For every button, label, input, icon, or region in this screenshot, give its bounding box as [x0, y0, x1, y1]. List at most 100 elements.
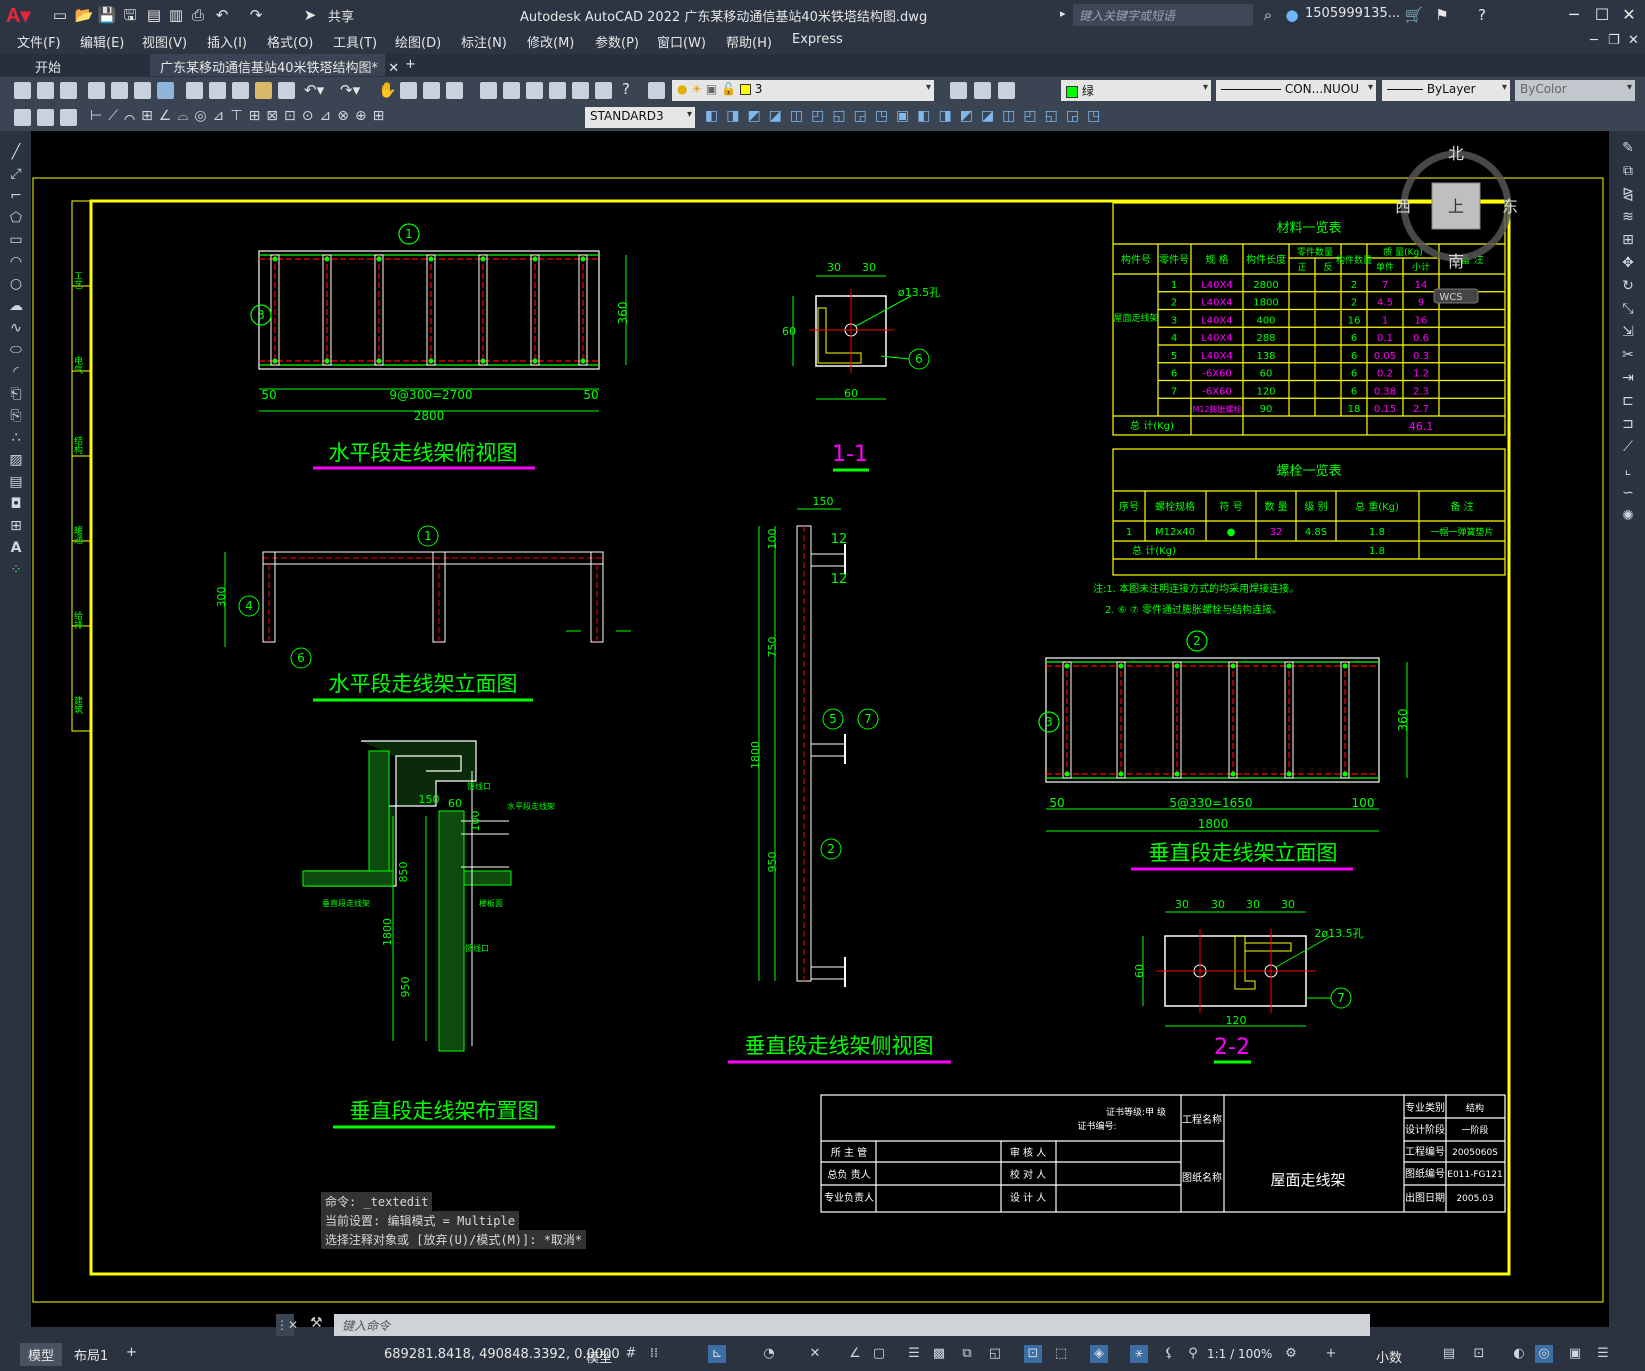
modify-tools-icon[interactable]: ◧◨◩◪◫◰◱◲◳▣◧◨◩◪◫◰◱◲◳ — [705, 108, 1108, 124]
stretch-icon[interactable]: ⇲ — [1619, 323, 1637, 341]
circle-icon[interactable]: ○ — [7, 275, 25, 293]
region-icon[interactable]: ◘ — [7, 495, 25, 513]
user-name[interactable]: 1505999135... — [1305, 6, 1400, 21]
clean-screen-icon[interactable]: ▣ — [1566, 1345, 1584, 1363]
model-space-toggle[interactable]: 模型 — [586, 1347, 612, 1366]
autocad-logo-icon[interactable]: A▾ — [6, 3, 30, 27]
redo-icon[interactable]: ↷ — [246, 5, 266, 25]
lock-ui-icon[interactable]: ⊡ — [1470, 1345, 1488, 1363]
trim-icon[interactable]: ✂ — [1619, 346, 1637, 364]
auto-scale-icon[interactable]: ⚸ — [1160, 1345, 1178, 1363]
annotation-monitor-icon[interactable]: ⧉ — [958, 1345, 976, 1363]
mirror-icon[interactable]: ⧎ — [1619, 185, 1637, 203]
scale-dropdown[interactable]: 1:1 / 100% — [1207, 1347, 1272, 1361]
construction-line-icon[interactable]: ⤢ — [7, 165, 25, 183]
plotstyle-dropdown[interactable]: ByColor ▾ — [1515, 80, 1635, 101]
doc-restore-button[interactable]: ❐ — [1608, 33, 1620, 48]
aligned-dim-icon[interactable] — [60, 109, 77, 126]
properties-icon[interactable] — [480, 82, 497, 99]
units-dropdown[interactable]: 小数 — [1376, 1347, 1402, 1366]
menu-file[interactable]: 文件(F) — [17, 32, 61, 51]
rotate-icon[interactable]: ↻ — [1619, 277, 1637, 295]
doc-minimize-button[interactable]: ─ — [1590, 33, 1598, 48]
viewcube[interactable]: 北 南 东 西 上 WCS — [1395, 144, 1518, 304]
new-icon[interactable] — [14, 82, 31, 99]
cart-icon[interactable]: 🛒 — [1404, 5, 1424, 25]
zoom-previous-icon[interactable] — [446, 82, 463, 99]
linear-dim-icon[interactable] — [37, 109, 54, 126]
polyline-icon[interactable]: ⌐ — [7, 187, 25, 205]
sheet-set-icon[interactable] — [549, 82, 566, 99]
extend-icon[interactable]: ⇥ — [1619, 369, 1637, 387]
dyn-ucs-icon[interactable]: ∠ — [846, 1345, 864, 1363]
customize-icon[interactable]: ⚒ — [310, 1315, 328, 1335]
redo-icon[interactable]: ↷▾ — [340, 81, 360, 99]
drawing-canvas[interactable]: 工艺 电气 结构 暖通 给排 建筑 1 3 50 9@300=2700 50 2… — [31, 131, 1609, 1327]
viewcube-north[interactable]: 北 — [1448, 144, 1464, 163]
undo-icon[interactable]: ↶▾ — [304, 81, 324, 99]
open-file-icon[interactable]: 📂 — [74, 5, 94, 25]
dimension-tools-icon[interactable]: ⊢⟋⌒⊞∠⌓◎⊿⊤⊞⊠⊡⊙⊿⊗⊕⊞ — [90, 108, 390, 124]
menu-draw[interactable]: 绘图(D) — [395, 32, 441, 51]
save-icon[interactable]: 💾 — [97, 5, 117, 25]
dimstyle-dropdown[interactable]: STANDARD3 ▾ — [585, 107, 695, 128]
layer-dropdown[interactable]: ● ☀ ▣ 🔓 3 ▾ — [672, 80, 934, 101]
new-tab-button[interactable]: + — [395, 54, 426, 76]
doc-close-button[interactable]: ✕ — [1628, 33, 1639, 48]
copy-icon[interactable] — [209, 82, 226, 99]
gradient-icon[interactable]: ▤ — [7, 473, 25, 491]
move-icon[interactable]: ✥ — [1619, 254, 1637, 272]
selection-cycling-icon[interactable]: ▢ — [870, 1345, 888, 1363]
line-icon[interactable]: ╱ — [7, 143, 25, 161]
help-icon[interactable]: ? — [1472, 5, 1492, 25]
tab-start[interactable]: 开始 — [25, 54, 71, 76]
dynamic-input-icon[interactable]: ⊡ — [1024, 1345, 1042, 1363]
quick-dim-icon[interactable] — [14, 109, 31, 126]
tab-layout1[interactable]: 布局1 — [66, 1343, 116, 1366]
hardware-accel-icon[interactable]: ◎ — [1535, 1345, 1553, 1363]
isodraft-icon[interactable]: ◈ — [1090, 1345, 1108, 1363]
menu-express[interactable]: Express — [792, 32, 843, 47]
hatch-icon[interactable]: ▨ — [7, 451, 25, 469]
menu-parametric[interactable]: 参数(P) — [595, 32, 639, 51]
block-editor-icon[interactable] — [278, 82, 295, 99]
ortho-icon[interactable]: ⊾ — [708, 1345, 726, 1363]
menu-format[interactable]: 格式(O) — [267, 32, 313, 51]
menu-window[interactable]: 窗口(W) — [657, 32, 706, 51]
tab-model[interactable]: 模型 — [20, 1343, 63, 1366]
paste-icon[interactable] — [232, 82, 249, 99]
polygon-icon[interactable]: ⬠ — [7, 209, 25, 227]
menu-view[interactable]: 视图(V) — [142, 32, 187, 51]
color-dropdown[interactable]: 绿 ▾ — [1061, 80, 1211, 101]
point-icon[interactable]: ∴ — [7, 429, 25, 447]
design-center-icon[interactable] — [503, 82, 520, 99]
print-preview-icon[interactable] — [111, 82, 128, 99]
calculator-icon[interactable] — [595, 82, 612, 99]
transparency-icon[interactable]: ▩ — [930, 1345, 948, 1363]
cut-icon[interactable] — [186, 82, 203, 99]
erase-icon[interactable]: ✎ — [1619, 139, 1637, 157]
chamfer-icon[interactable]: ⟋ — [1619, 438, 1637, 456]
minimize-button[interactable]: ─ — [1560, 3, 1588, 27]
grid-icon[interactable]: # — [622, 1345, 640, 1363]
menu-tools[interactable]: 工具(T) — [333, 32, 377, 51]
user-icon[interactable]: ● — [1282, 5, 1302, 25]
ellipse-arc-icon[interactable]: ◜ — [7, 363, 25, 381]
new-file-icon[interactable]: ▭ — [50, 5, 70, 25]
polar-icon[interactable]: ◔ — [760, 1345, 778, 1363]
explode-icon[interactable]: ✺ — [1619, 507, 1637, 525]
snap-icon[interactable]: ⁞⁞ — [645, 1345, 663, 1363]
plot-icon[interactable]: ⎙ — [188, 5, 208, 25]
customization-icon[interactable]: ☰ — [1594, 1345, 1612, 1363]
spline-icon[interactable]: ∿ — [7, 319, 25, 337]
3d-osnap-icon[interactable]: ◱ — [986, 1345, 1004, 1363]
pan-icon[interactable]: ✋ — [378, 81, 397, 99]
search-input[interactable]: 键入关键字或短语 — [1073, 4, 1253, 26]
table-icon[interactable]: ⊞ — [7, 517, 25, 535]
zoom-realtime-icon[interactable] — [400, 82, 417, 99]
make-current-icon[interactable] — [950, 82, 967, 99]
share-icon[interactable]: ➤ — [300, 5, 320, 25]
command-grip-icon[interactable]: ⋮✕ — [276, 1314, 298, 1336]
rectangle-icon[interactable]: ▭ — [7, 231, 25, 249]
web-save-icon[interactable]: ▥ — [166, 5, 186, 25]
